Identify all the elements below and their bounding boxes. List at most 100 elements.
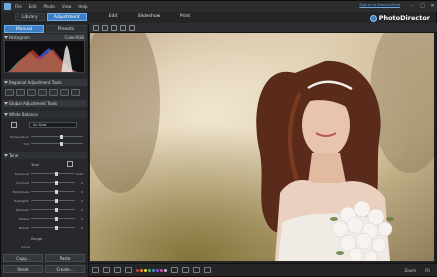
rotate-left-icon[interactable] [171, 267, 178, 273]
flag-icon[interactable] [193, 267, 200, 273]
wb-slider-knob[interactable] [59, 134, 63, 139]
status-toolbar: Zoom Fit [89, 263, 437, 276]
tone-slider-knob[interactable] [55, 180, 59, 185]
color-label-swatch[interactable] [136, 268, 139, 272]
red-eye-icon[interactable] [27, 89, 36, 96]
tone-slider[interactable]: Contrast 0 [9, 180, 83, 185]
wb-slider[interactable]: Tint [9, 141, 83, 146]
tone-slider-label: Whites [18, 216, 29, 221]
tone-slider-label: Shadows [15, 207, 29, 212]
tone-slider-track[interactable] [31, 171, 75, 176]
tone-slider[interactable]: Highlights 0 [9, 198, 83, 203]
sign-in-link[interactable]: Sign in to DirectorZone [359, 3, 400, 7]
color-label-swatch[interactable] [160, 268, 163, 272]
tone-slider-value: 0 [81, 180, 83, 185]
white-balance-header[interactable]: White Balance [3, 111, 87, 118]
tone-header[interactable]: Tone [3, 152, 87, 159]
copy-button[interactable]: Copy... [3, 254, 43, 262]
maximize-icon[interactable]: □ [419, 3, 426, 9]
wb-slider-knob[interactable] [59, 141, 63, 146]
tone-slider[interactable]: Exposure 0.00 [9, 171, 83, 176]
histogram-chart [7, 45, 77, 72]
brush-icon[interactable] [38, 89, 47, 96]
tone-slider[interactable]: Blacks 0 [9, 225, 83, 230]
fullscreen-icon[interactable] [103, 267, 110, 273]
photodirector-window: File Edit Photo View Help Sign in to Dir… [0, 0, 437, 277]
reject-icon[interactable] [204, 267, 211, 273]
split-view-icon[interactable] [120, 24, 126, 31]
tone-slider-track[interactable] [31, 198, 75, 203]
tone-slider-knob[interactable] [55, 216, 59, 221]
minimize-icon[interactable]: – [409, 3, 416, 9]
grid-view-icon[interactable] [129, 24, 135, 31]
tone-slider-value: 0 [81, 189, 83, 194]
tone-slider-track[interactable] [31, 207, 75, 212]
wb-slider-track[interactable] [31, 141, 83, 146]
regional-tools-title: Regional Adjustment Tools [9, 80, 62, 85]
tone-slider-track[interactable] [31, 189, 75, 194]
tone-slider[interactable]: Shadows 0 [9, 207, 83, 212]
regional-tools-header[interactable]: Regional Adjustment Tools [3, 79, 87, 86]
tone-slider-label: Contrast [16, 180, 29, 185]
mode-print[interactable]: Print [167, 13, 203, 21]
curve-label: Curve [21, 245, 30, 249]
tab-presets[interactable]: Presets [46, 25, 86, 33]
reset-button[interactable]: Reset [3, 265, 43, 273]
mode-edit[interactable]: Edit [95, 13, 131, 21]
menu-file[interactable]: File [15, 4, 22, 9]
create-preset-button[interactable]: Create... [45, 265, 85, 273]
crop-icon[interactable] [5, 89, 14, 96]
zoom-value[interactable]: Fit [425, 268, 430, 273]
tone-slider-track[interactable] [31, 216, 75, 221]
menu-edit[interactable]: Edit [29, 4, 37, 9]
color-label-swatch[interactable] [140, 268, 143, 272]
rotate-right-icon[interactable] [182, 267, 189, 273]
view-mode-icon[interactable] [93, 24, 99, 31]
color-label-swatch[interactable] [164, 268, 167, 272]
range-label: Range [31, 237, 43, 241]
tone-slider-track[interactable] [31, 180, 75, 185]
targeted-adjust-icon[interactable] [67, 161, 73, 167]
compare-icon[interactable] [102, 24, 108, 31]
tone-slider-knob[interactable] [55, 189, 59, 194]
tone-slider-knob[interactable] [55, 198, 59, 203]
zoom-label: Zoom [404, 268, 416, 273]
tone-slider[interactable]: Brightness 0 [9, 189, 83, 194]
global-tools-header[interactable]: Global Adjustment Tools [3, 100, 87, 107]
color-label-swatch[interactable] [152, 268, 155, 272]
tone-slider-knob[interactable] [55, 171, 59, 176]
tone-slider-knob[interactable] [55, 225, 59, 230]
regional-tool-row [5, 89, 80, 96]
menu-photo[interactable]: Photo [43, 4, 54, 9]
color-label-swatch[interactable] [156, 268, 159, 272]
tone-slider-label: Blacks [19, 225, 29, 230]
straighten-icon[interactable] [125, 267, 132, 273]
object-removal-icon[interactable] [71, 89, 80, 96]
paste-button[interactable]: Paste [45, 254, 85, 262]
gradient-icon[interactable] [49, 89, 58, 96]
filmstrip-icon[interactable] [92, 267, 99, 273]
color-label-swatch[interactable] [144, 268, 147, 272]
before-after-icon[interactable] [111, 24, 117, 31]
tone-sublabel: Tone [31, 163, 40, 167]
wb-slider-track[interactable] [31, 134, 83, 139]
tone-slider-knob[interactable] [55, 207, 59, 212]
tone-slider-track[interactable] [31, 225, 75, 230]
spot-removal-icon[interactable] [16, 89, 25, 96]
radial-filter-icon[interactable] [60, 89, 69, 96]
color-label-swatch[interactable] [148, 268, 151, 272]
eyedropper-icon[interactable] [11, 122, 17, 128]
menu-help[interactable]: Help [78, 4, 87, 9]
photo-preview[interactable] [90, 33, 434, 261]
crop-tool-icon[interactable] [114, 267, 121, 273]
global-tools-title: Global Adjustment Tools [9, 101, 58, 106]
mode-slideshow[interactable]: Slideshow [131, 13, 167, 21]
close-icon[interactable]: ✕ [429, 3, 436, 9]
tone-slider-value: 0 [81, 198, 83, 203]
wb-preset-select[interactable]: As Shot [29, 122, 77, 128]
tab-manual[interactable]: Manual [4, 25, 44, 33]
wb-slider[interactable]: Temperature [9, 134, 83, 139]
color-labels [136, 268, 167, 272]
menu-view[interactable]: View [62, 4, 72, 9]
tone-slider[interactable]: Whites 0 [9, 216, 83, 221]
